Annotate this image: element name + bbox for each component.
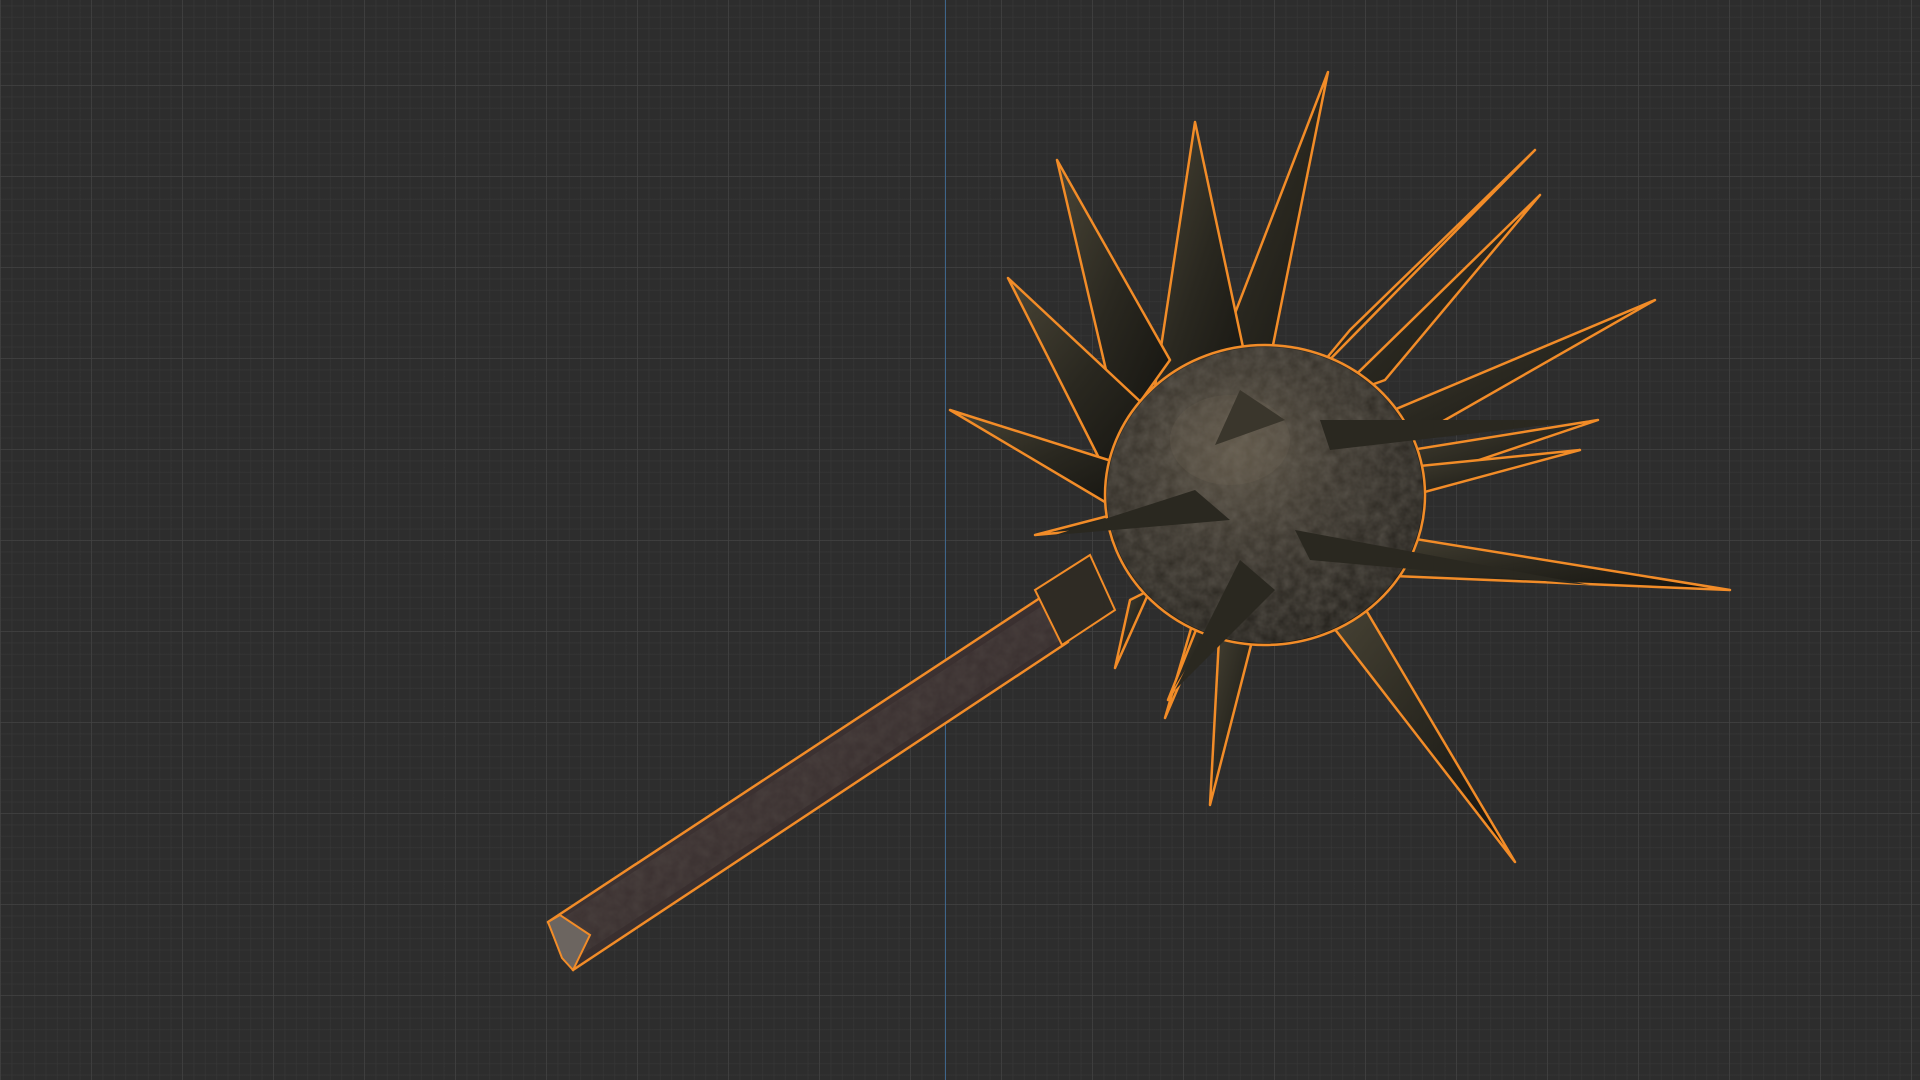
mace-handle[interactable] (546, 553, 1117, 972)
3d-viewport[interactable] (0, 0, 1920, 1080)
mace-object[interactable] (0, 0, 1920, 1080)
